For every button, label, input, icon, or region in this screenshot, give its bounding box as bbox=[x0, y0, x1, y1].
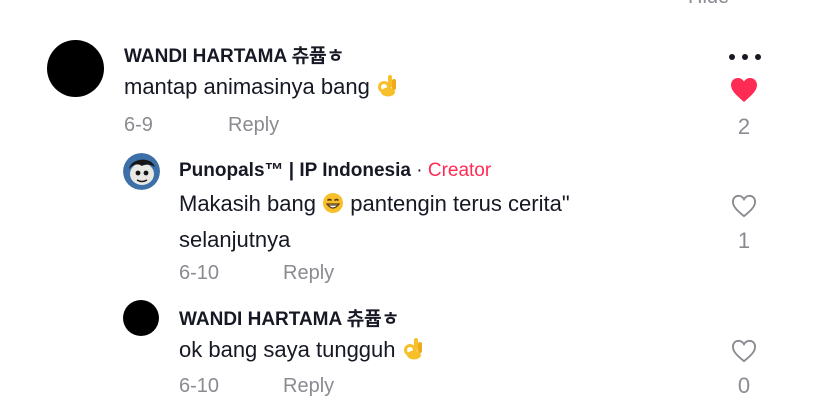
comment-text-line2: selanjutnya bbox=[179, 227, 291, 252]
comment-username[interactable]: WANDI HARTAMA 츄퓹ㅎ bbox=[179, 304, 399, 331]
comment-date: 6-10 bbox=[179, 262, 220, 284]
comment-text: ok bang saya tungguh bbox=[179, 333, 424, 369]
creator-badge: Creator bbox=[427, 160, 492, 181]
like-count: 0 bbox=[737, 373, 751, 398]
avatar[interactable] bbox=[47, 40, 104, 97]
creator-avatar[interactable] bbox=[123, 153, 160, 190]
reply-button[interactable]: Reply bbox=[283, 375, 334, 398]
avatar[interactable] bbox=[123, 300, 159, 336]
creator-username[interactable]: Punopals™ | IP Indonesia bbox=[179, 160, 411, 181]
like-count: 2 bbox=[737, 114, 751, 139]
username-separator: · bbox=[416, 160, 423, 181]
comment-text: mantap animasinya bang bbox=[124, 70, 398, 106]
comment-username[interactable]: WANDI HARTAMA 츄퓹ㅎ bbox=[124, 41, 344, 68]
comment-date: 6-9 bbox=[124, 114, 153, 136]
grinning-face-icon bbox=[322, 190, 344, 223]
hide-replies-link[interactable]: Hide bbox=[688, 0, 729, 9]
like-count: 1 bbox=[737, 228, 751, 253]
comment-text-body-cont: pantengin terus cerita" bbox=[350, 191, 570, 216]
heart-outline-icon[interactable] bbox=[731, 194, 757, 218]
ok-hand-icon bbox=[376, 73, 398, 106]
comment-text: Makasih bang pantengin terus cerita" sel… bbox=[179, 187, 679, 256]
ok-hand-icon bbox=[402, 336, 424, 369]
comment-date: 6-10 bbox=[179, 375, 220, 397]
comments-panel: Hide WANDI HARTAMA 츄퓹ㅎ mantap animasinya… bbox=[0, 0, 825, 420]
heart-filled-icon[interactable] bbox=[730, 77, 758, 103]
reply-button[interactable]: Reply bbox=[283, 262, 334, 285]
reply-button[interactable]: Reply bbox=[228, 114, 279, 137]
comment-username[interactable]: Punopals™ | IP Indonesia · Creator bbox=[179, 160, 491, 182]
heart-outline-icon[interactable] bbox=[731, 339, 757, 363]
comment-text-body: Makasih bang bbox=[179, 191, 316, 216]
comment-text-body: mantap animasinya bang bbox=[124, 74, 370, 99]
comment-text-body: ok bang saya tungguh bbox=[179, 337, 396, 362]
more-options-icon[interactable] bbox=[727, 52, 763, 62]
